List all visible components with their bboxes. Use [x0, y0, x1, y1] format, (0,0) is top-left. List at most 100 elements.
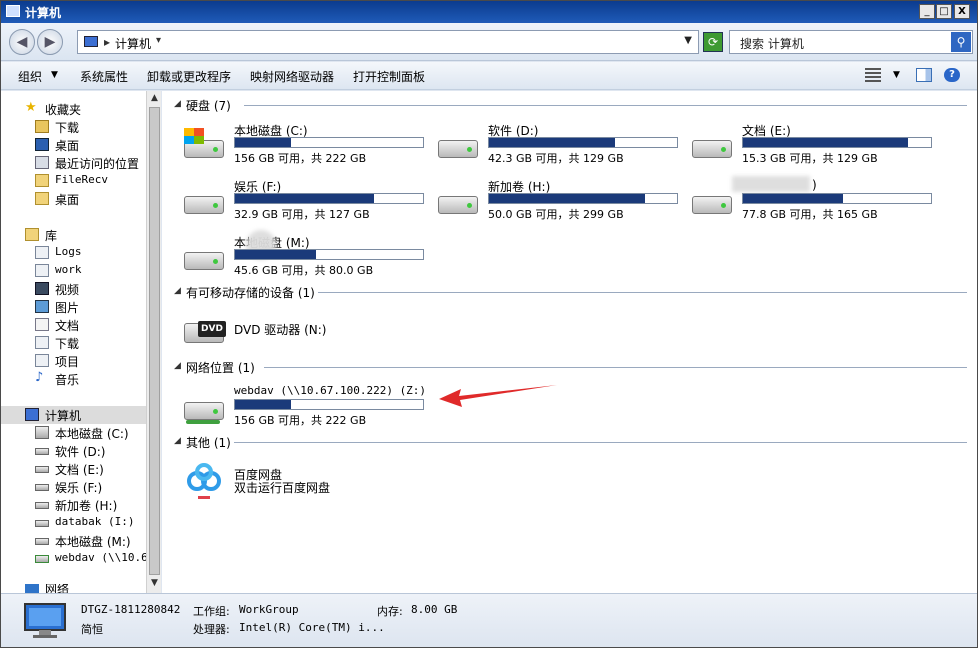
drive-tile-c[interactable]: 本地磁盘 (C:) 156 GB 可用，共 222 GB: [182, 122, 432, 172]
nav-drive-e[interactable]: 文档 (E:): [1, 460, 146, 478]
scroll-thumb[interactable]: [149, 107, 160, 575]
help-icon[interactable]: ?: [944, 68, 960, 82]
drive-tile-e[interactable]: 文档 (E:) 15.3 GB 可用，共 129 GB: [690, 122, 940, 172]
nav-label: Logs: [55, 245, 82, 258]
forward-button[interactable]: ▶: [37, 29, 63, 55]
nav-drive-z[interactable]: webdav (\\10.67: [1, 550, 146, 568]
nav-library[interactable]: 库: [1, 226, 146, 244]
nav-label: work: [55, 263, 82, 276]
usage-bar-fill: [489, 138, 615, 147]
scroll-up-icon[interactable]: ▲: [148, 92, 161, 105]
collapse-triangle-icon[interactable]: ◢: [174, 436, 181, 446]
drive-tile-redacted[interactable]: ) 77.8 GB 可用，共 165 GB: [690, 176, 940, 228]
breadcrumb-separator-icon[interactable]: ▸: [104, 35, 110, 49]
nav-drive-m[interactable]: 本地磁盘 (M:): [1, 532, 146, 550]
preview-pane-icon[interactable]: [916, 68, 932, 82]
nav-computer[interactable]: 计算机: [1, 406, 146, 424]
group-hard-disks[interactable]: ◢ 硬盘 (7): [172, 97, 967, 113]
nav-drive-c[interactable]: 本地磁盘 (C:): [1, 424, 146, 442]
maximize-button[interactable]: □: [936, 4, 952, 19]
nav-downloads[interactable]: 下载: [1, 118, 146, 136]
nav-drive-d[interactable]: 软件 (D:): [1, 442, 146, 460]
organize-menu[interactable]: 组织: [18, 68, 42, 85]
nav-projects[interactable]: 项目: [1, 352, 146, 370]
map-drive-button[interactable]: 映射网络驱动器: [250, 68, 334, 85]
back-button[interactable]: ◀: [9, 29, 35, 55]
drive-tile-dvd[interactable]: DVD DVD 驱动器 (N:): [182, 307, 432, 357]
drive-space: 77.8 GB 可用，共 165 GB: [742, 208, 878, 221]
nav-logs[interactable]: Logs: [1, 244, 146, 262]
drive-tile-f[interactable]: 娱乐 (F:) 32.9 GB 可用，共 127 GB: [182, 178, 432, 228]
address-path[interactable]: ▸ 计算机 ▾ ▼: [77, 30, 699, 54]
group-divider: [264, 367, 967, 368]
nav-recent[interactable]: 最近访问的位置: [1, 154, 146, 172]
drive-tile-m[interactable]: 本地磁盘 (M:) 45.6 GB 可用，共 80.0 GB: [182, 230, 432, 284]
group-other[interactable]: ◢ 其他 (1): [172, 434, 967, 450]
nav-label: 视频: [55, 283, 80, 297]
minimize-button[interactable]: _: [919, 4, 935, 19]
drive-icon: [690, 128, 734, 160]
back-arrow-icon: ◀: [16, 34, 28, 50]
collapse-triangle-icon[interactable]: ◢: [174, 361, 181, 371]
group-title: 硬盘 (7): [186, 99, 231, 113]
usage-bar-fill: [743, 138, 909, 147]
baidu-netdisk-tile[interactable]: 百度网盘 双击运行百度网盘: [182, 461, 432, 511]
details-pane: DTGZ-1811280842 工作组: WorkGroup 内存: 8.00 …: [1, 593, 977, 647]
usage-bar: [488, 193, 678, 204]
nav-favorites[interactable]: ★ 收藏夹: [1, 100, 146, 118]
scroll-down-icon[interactable]: ▼: [148, 577, 161, 590]
memory-label: 内存:: [377, 605, 403, 618]
system-properties-button[interactable]: 系统属性: [80, 68, 128, 85]
nav-drive-f[interactable]: 娱乐 (F:): [1, 478, 146, 496]
drive-icon: [690, 184, 734, 216]
group-network[interactable]: ◢ 网络位置 (1): [172, 359, 967, 375]
collapse-triangle-icon[interactable]: ◢: [174, 99, 181, 109]
nav-music[interactable]: ♪ 音乐: [1, 370, 146, 388]
drive-icon: [35, 448, 49, 455]
nav-downloads-2[interactable]: 下载: [1, 334, 146, 352]
group-removable[interactable]: ◢ 有可移动存储的设备 (1): [172, 284, 967, 300]
nav-network[interactable]: 网络: [1, 584, 146, 593]
chevron-down-icon[interactable]: ▾: [156, 35, 161, 46]
drive-space: 32.9 GB 可用，共 127 GB: [234, 208, 370, 221]
nav-desktop[interactable]: 桌面: [1, 136, 146, 154]
nav-label: 下载: [55, 121, 80, 135]
drive-tile-h[interactable]: 新加卷 (H:) 50.0 GB 可用，共 299 GB: [436, 178, 686, 228]
nav-pictures[interactable]: 图片: [1, 298, 146, 316]
usage-bar: [234, 193, 424, 204]
nav-label: 库: [45, 229, 58, 243]
usage-bar-fill: [235, 194, 375, 203]
usage-bar: [742, 193, 932, 204]
nav-drive-h[interactable]: 新加卷 (H:): [1, 496, 146, 514]
chevron-down-icon[interactable]: ▼: [51, 70, 58, 80]
drive-tile-d[interactable]: 软件 (D:) 42.3 GB 可用，共 129 GB: [436, 122, 686, 172]
group-title: 网络位置 (1): [186, 361, 255, 375]
chevron-down-icon[interactable]: ▼: [893, 70, 900, 80]
nav-filerecv[interactable]: FileRecv: [1, 172, 146, 190]
nav-label: databak (I:): [55, 515, 135, 528]
close-button[interactable]: X: [954, 4, 970, 19]
nav-videos[interactable]: 视频: [1, 280, 146, 298]
nav-scrollbar[interactable]: ▲ ▼: [146, 91, 161, 593]
collapse-triangle-icon[interactable]: ◢: [174, 286, 181, 296]
search-icon[interactable]: ⚲: [951, 32, 971, 52]
view-options-icon[interactable]: [865, 68, 881, 82]
nav-label: FileRecv: [55, 173, 108, 186]
refresh-button[interactable]: ⟳: [703, 32, 723, 52]
nav-drive-i[interactable]: databak (I:): [1, 514, 146, 532]
uninstall-button[interactable]: 卸载或更改程序: [147, 68, 231, 85]
network-icon: [25, 584, 39, 593]
nav-label: 桌面: [55, 139, 80, 153]
control-panel-button[interactable]: 打开控制面板: [353, 68, 425, 85]
drive-icon: [182, 240, 226, 272]
nav-label: 软件 (D:): [55, 445, 106, 459]
drive-tile-webdav[interactable]: webdav (\\10.67.100.222) (Z:) 156 GB 可用，…: [182, 384, 432, 434]
search-input[interactable]: 搜索 计算机 ⚲: [729, 30, 973, 54]
forward-arrow-icon: ▶: [44, 34, 56, 50]
address-dropdown-icon[interactable]: ▼: [684, 35, 692, 46]
nav-documents[interactable]: 文档: [1, 316, 146, 334]
nav-work[interactable]: work: [1, 262, 146, 280]
nav-desktop-2[interactable]: 桌面: [1, 190, 146, 208]
computer-name: DTGZ-1811280842: [81, 603, 181, 616]
breadcrumb-computer[interactable]: 计算机: [115, 35, 151, 52]
